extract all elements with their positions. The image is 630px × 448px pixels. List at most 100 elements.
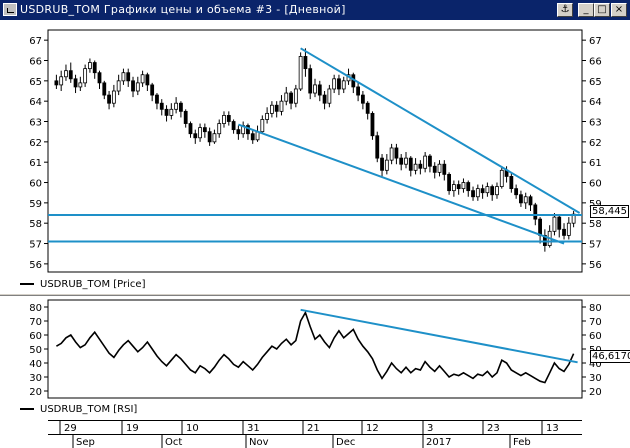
price-candle <box>475 188 480 198</box>
price-candle <box>279 100 284 112</box>
rsi-chart[interactable]: 8080707060605050404030302020 <box>0 296 630 402</box>
price-candle <box>360 94 365 104</box>
price-candle <box>408 157 413 171</box>
price-candle <box>188 123 193 135</box>
time-axis[interactable]: 29 19 10 31 21 12 3 23 13 Sep Oct Nov Dec 2017 Feb <box>0 420 630 448</box>
rsi-axis-label-right: 20 <box>589 387 602 398</box>
price-candle <box>451 184 456 192</box>
price-candle <box>562 228 566 236</box>
rsi-axis-label-left: 30 <box>29 373 42 384</box>
price-candle <box>269 104 274 114</box>
price-candle <box>207 131 212 143</box>
price-candle <box>83 68 88 84</box>
price-axis-label-left: 64 <box>29 97 42 108</box>
price-candle <box>308 68 313 94</box>
price-candle <box>389 147 394 161</box>
chart-window-icon[interactable] <box>3 3 17 16</box>
price-candle <box>212 133 217 143</box>
price-axis-label-right: 63 <box>589 118 602 129</box>
price-candle <box>337 78 341 90</box>
price-candle <box>303 56 308 70</box>
month-label: Feb <box>513 437 531 448</box>
price-candle <box>423 155 428 169</box>
day-label: 10 <box>186 423 199 434</box>
price-candle <box>217 123 222 135</box>
title-bar: USDRUB_TOM Графики цены и объема #3 - [Д… <box>0 0 630 20</box>
rsi-axis-label-right: 70 <box>589 317 602 328</box>
price-axis-label-left: 66 <box>29 57 42 68</box>
window-title: USDRUB_TOM Графики цены и объема #3 - [Д… <box>20 3 346 16</box>
day-label: 3 <box>427 423 433 434</box>
price-candle <box>471 190 475 198</box>
price-candle <box>356 86 361 96</box>
price-candle <box>159 102 164 110</box>
rsi-axis-label-left: 50 <box>29 345 42 356</box>
day-label: 12 <box>366 423 379 434</box>
price-axis-label-left: 63 <box>29 118 42 129</box>
price-candle <box>183 110 188 124</box>
close-button[interactable]: × <box>611 3 627 17</box>
price-candle <box>202 127 207 133</box>
rsi-plot-frame <box>47 299 583 399</box>
price-candle <box>135 82 140 92</box>
day-label: 19 <box>126 423 139 434</box>
price-candle <box>341 80 346 90</box>
rsi-axis-label-left: 70 <box>29 317 42 328</box>
price-candle <box>169 108 174 116</box>
anchor-button[interactable]: ⚓ <box>557 3 573 17</box>
price-candle <box>179 102 183 112</box>
price-candle <box>437 163 442 173</box>
price-candle <box>557 216 562 230</box>
price-candle <box>317 84 322 96</box>
price-candle <box>64 70 68 78</box>
price-candle <box>164 108 169 116</box>
chart-area[interactable]: 6767666665656464636362626161606059595858… <box>0 20 630 448</box>
price-candle <box>538 218 542 236</box>
price-candle <box>480 188 485 194</box>
price-candle <box>552 216 557 232</box>
month-label: Dec <box>336 437 355 448</box>
minimize-button[interactable]: _ <box>578 3 594 17</box>
price-candle <box>88 62 92 70</box>
price-candle <box>226 115 231 122</box>
price-axis-label-right: 62 <box>589 138 602 149</box>
price-legend: USDRUB_TOM [Price] <box>20 279 145 290</box>
price-candle <box>265 112 270 120</box>
price-candle <box>145 74 150 86</box>
price-candle <box>260 119 265 133</box>
price-candle <box>375 135 380 159</box>
rsi-legend-label: USDRUB_TOM [RSI] <box>40 404 138 415</box>
price-axis-label-right: 61 <box>589 158 602 169</box>
price-axis-label-right: 66 <box>589 57 602 68</box>
price-axis-label-right: 57 <box>589 240 602 251</box>
rsi-axis-label-left: 80 <box>29 303 42 314</box>
month-label: Oct <box>165 437 182 448</box>
price-candle <box>533 204 538 220</box>
price-candle <box>68 70 73 80</box>
price-candle <box>413 163 418 171</box>
rsi-axis-label-right: 80 <box>589 303 602 314</box>
price-candle <box>404 157 408 165</box>
price-candle <box>140 74 145 84</box>
price-candle <box>107 94 111 104</box>
month-label: 2017 <box>426 437 451 448</box>
price-candle <box>495 186 499 196</box>
price-candle <box>236 129 241 135</box>
day-label: 29 <box>64 423 77 434</box>
price-candle <box>293 88 298 104</box>
price-axis-label-left: 65 <box>29 77 42 88</box>
price-chart[interactable]: 6767666665656464636362626161606059595858… <box>0 20 630 280</box>
price-candle <box>92 62 97 74</box>
price-candle <box>399 157 404 165</box>
price-candle <box>116 80 121 92</box>
price-candle <box>528 196 533 206</box>
day-label: 31 <box>247 423 260 434</box>
price-candle <box>380 157 384 171</box>
rsi-axis-label-right: 30 <box>589 373 602 384</box>
price-candle <box>566 222 571 236</box>
price-candle <box>78 82 83 88</box>
price-candle <box>499 169 504 187</box>
maximize-button[interactable]: □ <box>594 3 610 17</box>
price-candle <box>418 163 423 169</box>
price-candle <box>519 194 523 204</box>
